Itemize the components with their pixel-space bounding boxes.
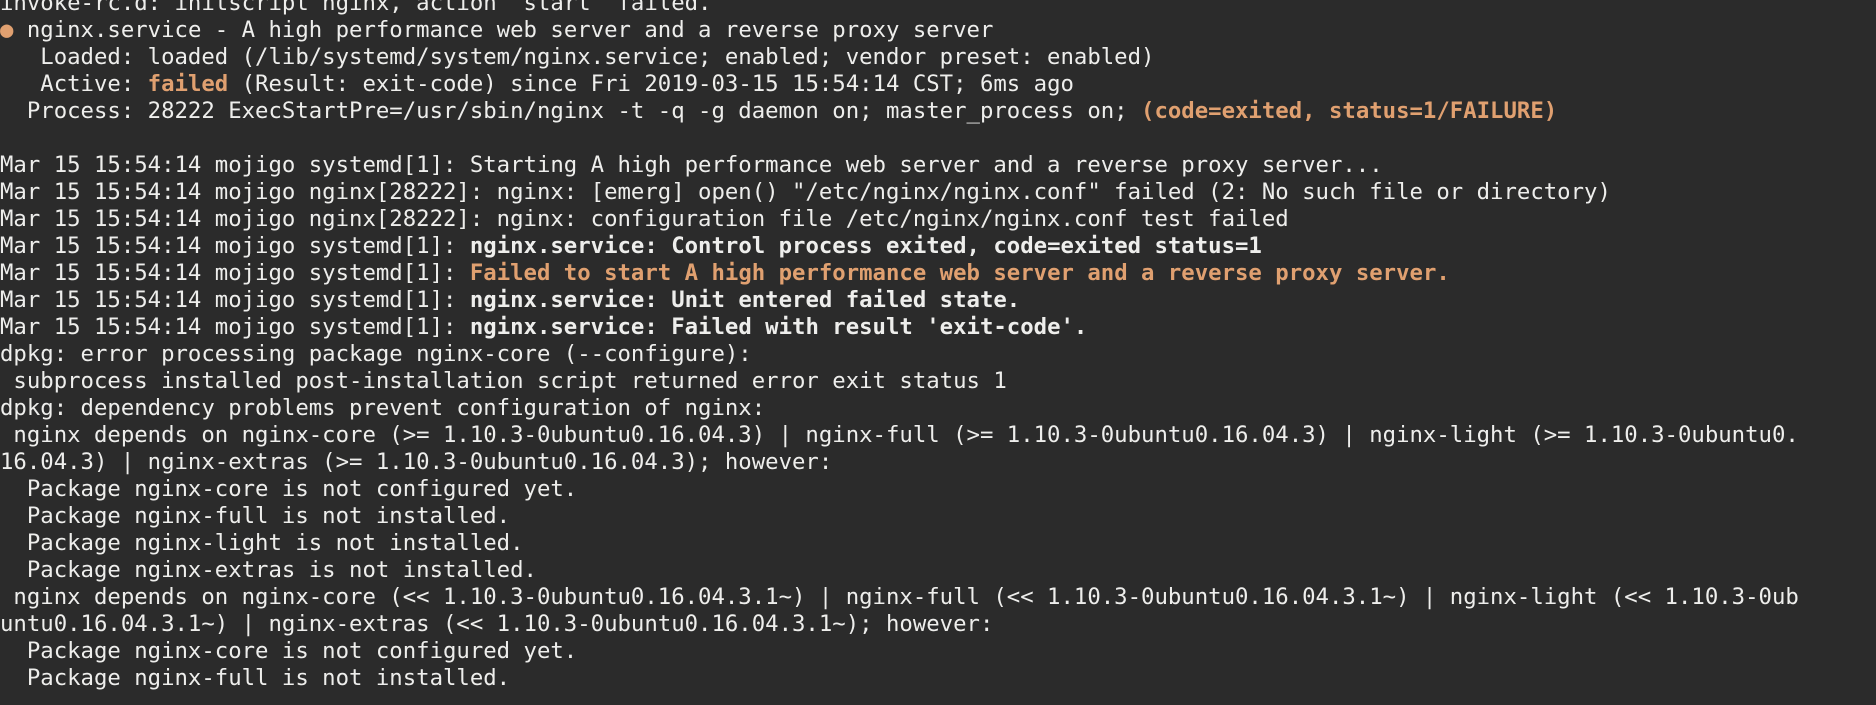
terminal-line: Package nginx-full is not installed. bbox=[0, 665, 1876, 692]
terminal-line: Package nginx-full is not installed. bbox=[0, 503, 1876, 530]
terminal-text: (Result: exit-code) since Fri 2019-03-15… bbox=[228, 71, 1074, 97]
terminal-text: failed bbox=[147, 71, 229, 97]
terminal-text: nginx.service: Control process exited, c… bbox=[469, 233, 1262, 259]
terminal-text: Mar 15 15:54:14 mojigo nginx[28222]: ngi… bbox=[0, 206, 1289, 232]
terminal-text: (code=exited, status=1/FAILURE) bbox=[1141, 98, 1558, 124]
terminal-line: dpkg: dependency problems prevent config… bbox=[0, 395, 1876, 422]
terminal-text: dpkg: error processing package nginx-cor… bbox=[0, 341, 752, 367]
terminal-text: dpkg: dependency problems prevent config… bbox=[0, 395, 766, 421]
terminal-text: Process: 28222 ExecStartPre=/usr/sbin/ng… bbox=[0, 98, 1142, 124]
terminal-text: Package nginx-extras is not installed. bbox=[0, 557, 537, 583]
terminal-text: Mar 15 15:54:14 mojigo systemd[1]: Start… bbox=[0, 152, 1383, 178]
terminal-line: Mar 15 15:54:14 mojigo systemd[1]: Start… bbox=[0, 152, 1876, 179]
terminal-line: Mar 15 15:54:14 mojigo systemd[1]: nginx… bbox=[0, 233, 1876, 260]
terminal-text: Package nginx-full is not installed. bbox=[0, 665, 511, 691]
terminal-line: Active: failed (Result: exit-code) since… bbox=[0, 71, 1876, 98]
terminal-line: Mar 15 15:54:14 mojigo nginx[28222]: ngi… bbox=[0, 206, 1876, 233]
terminal-text: nginx.service - A high performance web s… bbox=[13, 17, 994, 43]
terminal-text: invoke-rc.d: initscript nginx, action "s… bbox=[0, 0, 712, 16]
terminal-text: Loaded: loaded (/lib/systemd/system/ngin… bbox=[0, 44, 1155, 70]
terminal-line: ● nginx.service - A high performance web… bbox=[0, 17, 1876, 44]
terminal-text: 16.04.3) | nginx-extras (>= 1.10.3-0ubun… bbox=[0, 449, 833, 475]
terminal-text: nginx depends on nginx-core (>= 1.10.3-0… bbox=[0, 422, 1799, 448]
terminal-line: Package nginx-core is not configured yet… bbox=[0, 638, 1876, 665]
terminal-line: Mar 15 15:54:14 mojigo systemd[1]: nginx… bbox=[0, 287, 1876, 314]
terminal-line: nginx depends on nginx-core (>= 1.10.3-0… bbox=[0, 422, 1876, 449]
terminal-line: Mar 15 15:54:14 mojigo systemd[1]: Faile… bbox=[0, 260, 1876, 287]
terminal-text: Package nginx-core is not configured yet… bbox=[0, 638, 578, 664]
terminal-output: invoke-rc.d: initscript nginx, action "s… bbox=[0, 0, 1876, 705]
terminal-text: Mar 15 15:54:14 mojigo systemd[1]: bbox=[0, 233, 470, 259]
terminal-line: Package nginx-light is not installed. bbox=[0, 530, 1876, 557]
terminal-line: Mar 15 15:54:14 mojigo nginx[28222]: ngi… bbox=[0, 179, 1876, 206]
terminal-line: Package nginx-core is not configured yet… bbox=[0, 476, 1876, 503]
terminal-text: Package nginx-full is not installed. bbox=[0, 503, 511, 529]
terminal-text: Mar 15 15:54:14 mojigo systemd[1]: bbox=[0, 287, 470, 313]
terminal-line: subprocess installed post-installation s… bbox=[0, 368, 1876, 395]
terminal-text: Failed to start A high performance web s… bbox=[469, 260, 1450, 286]
status-dot-icon: ● bbox=[0, 17, 14, 43]
terminal-line: Package nginx-extras is not installed. bbox=[0, 557, 1876, 584]
terminal-line: nginx depends on nginx-core (<< 1.10.3-0… bbox=[0, 584, 1876, 611]
terminal-text: Package nginx-core is not configured yet… bbox=[0, 476, 578, 502]
terminal-text: nginx depends on nginx-core (<< 1.10.3-0… bbox=[0, 584, 1799, 610]
terminal-text: Mar 15 15:54:14 mojigo nginx[28222]: ngi… bbox=[0, 179, 1611, 205]
terminal-text: nginx.service: Failed with result 'exit-… bbox=[469, 314, 1088, 340]
terminal-text: Package nginx-light is not installed. bbox=[0, 530, 524, 556]
terminal-line: Process: 28222 ExecStartPre=/usr/sbin/ng… bbox=[0, 98, 1876, 125]
terminal-text: Mar 15 15:54:14 mojigo systemd[1]: bbox=[0, 260, 470, 286]
terminal-line: 16.04.3) | nginx-extras (>= 1.10.3-0ubun… bbox=[0, 449, 1876, 476]
terminal-text: Mar 15 15:54:14 mojigo systemd[1]: bbox=[0, 314, 470, 340]
terminal-text: nginx.service: Unit entered failed state… bbox=[469, 287, 1021, 313]
terminal-line: Mar 15 15:54:14 mojigo systemd[1]: nginx… bbox=[0, 314, 1876, 341]
terminal-text: subprocess installed post-installation s… bbox=[0, 368, 1007, 394]
terminal-line: Loaded: loaded (/lib/systemd/system/ngin… bbox=[0, 44, 1876, 71]
terminal-text: Active: bbox=[0, 71, 148, 97]
terminal-line: untu0.16.04.3.1~) | nginx-extras (<< 1.1… bbox=[0, 611, 1876, 638]
terminal-text: untu0.16.04.3.1~) | nginx-extras (<< 1.1… bbox=[0, 611, 994, 637]
terminal-line: invoke-rc.d: initscript nginx, action "s… bbox=[0, 0, 1876, 17]
terminal-line: dpkg: error processing package nginx-cor… bbox=[0, 341, 1876, 368]
